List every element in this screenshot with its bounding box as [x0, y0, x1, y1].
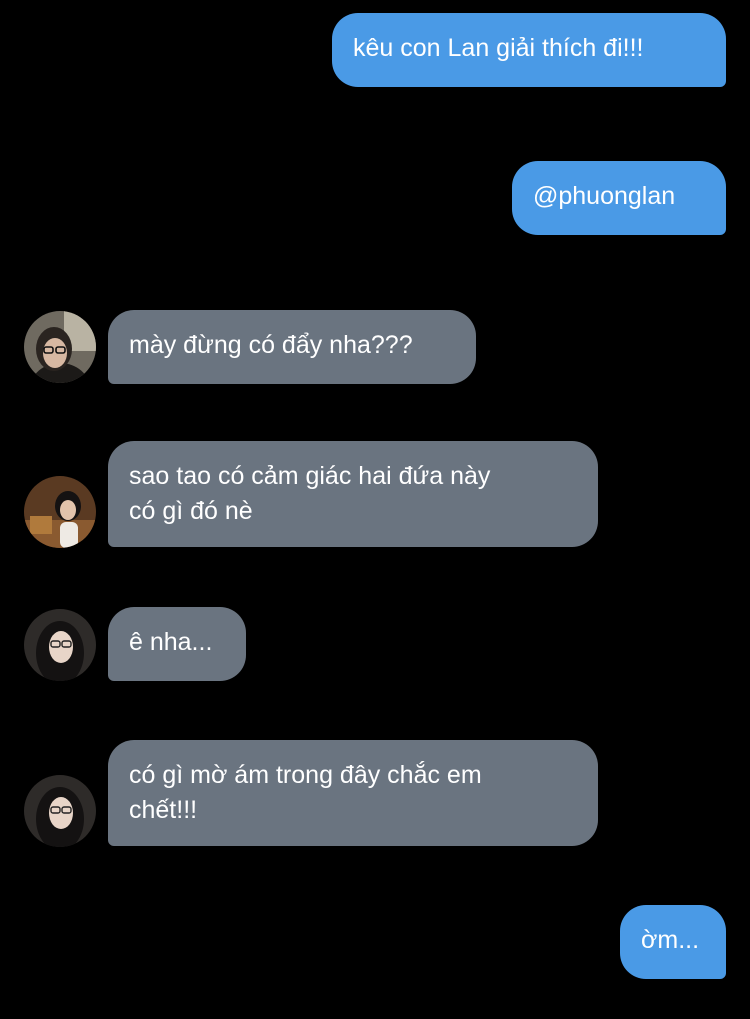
- message-bubble-outgoing[interactable]: kêu con Lan giải thích đi!!!: [332, 13, 726, 87]
- avatar-long-hair-glasses-icon[interactable]: [24, 609, 96, 681]
- message-bubble-incoming[interactable]: có gì mờ ám trong đây chắc em chết!!!: [108, 740, 598, 846]
- message-bubble-incoming[interactable]: ê nha...: [108, 607, 246, 681]
- message-bubble-incoming[interactable]: mày đừng có đẩy nha???: [108, 310, 476, 384]
- avatar-long-hair-glasses-icon[interactable]: [24, 775, 96, 847]
- avatar-glasses-icon[interactable]: [24, 311, 96, 383]
- message-bubble-incoming[interactable]: sao tao có cảm giác hai đứa này có gì đó…: [108, 441, 598, 547]
- avatar-bob-hair-icon[interactable]: [24, 476, 96, 548]
- message-bubble-outgoing[interactable]: ờm...: [620, 905, 726, 979]
- message-bubble-outgoing[interactable]: @phuonglan: [512, 161, 726, 235]
